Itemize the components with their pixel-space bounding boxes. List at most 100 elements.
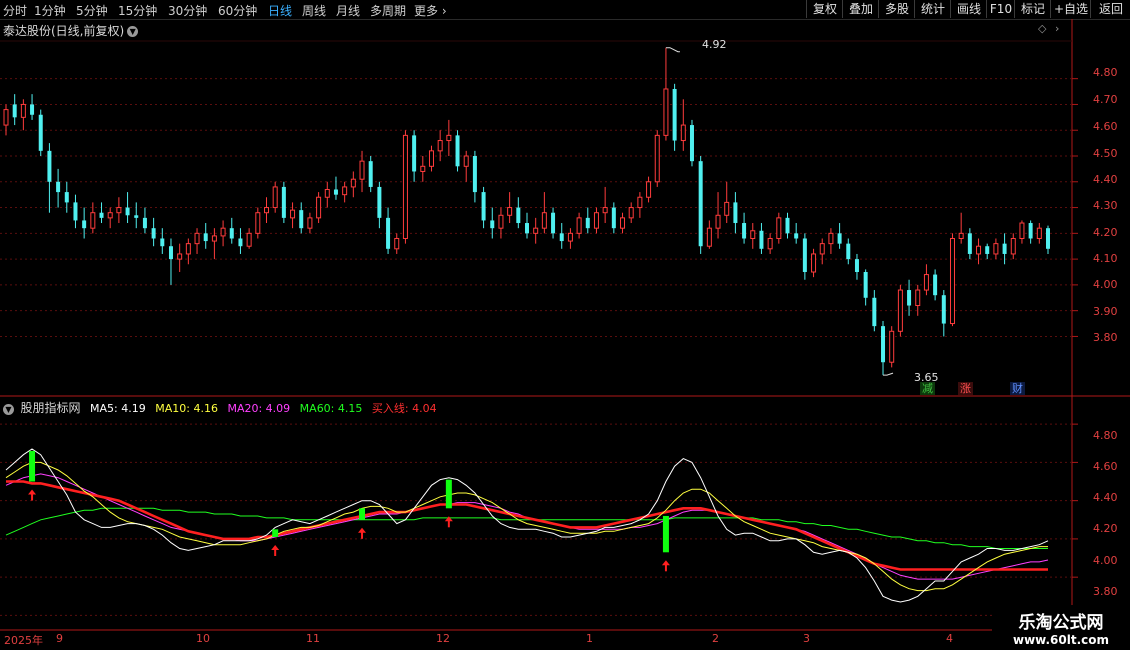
restore-rights-button[interactable]: 复权 xyxy=(806,0,843,18)
candle-body xyxy=(985,246,990,254)
candle-body xyxy=(281,186,286,218)
overlay-button[interactable]: 叠加 xyxy=(842,0,879,18)
candle-body xyxy=(837,233,842,244)
period-tab-intraday[interactable]: 分时 xyxy=(3,2,27,19)
add-watchlist-button[interactable]: +自选 xyxy=(1050,0,1091,18)
period-tab-60min[interactable]: 60分钟 xyxy=(218,2,257,19)
period-tab-30min[interactable]: 30分钟 xyxy=(168,2,207,19)
f10-button[interactable]: F10 xyxy=(986,0,1015,18)
candle-body xyxy=(967,233,972,254)
chevron-right-icon[interactable]: › xyxy=(1055,22,1059,35)
candle-body xyxy=(125,207,130,216)
period-tab-1min[interactable]: 1分钟 xyxy=(34,2,66,19)
candle-body xyxy=(863,272,868,298)
chevron-down-icon[interactable]: ▼ xyxy=(3,403,14,415)
candle-body xyxy=(20,103,26,118)
candle-body xyxy=(229,228,234,239)
period-tab-monthly[interactable]: 月线 xyxy=(336,2,360,19)
price-tick: 4.00 xyxy=(1093,278,1118,291)
candle-body xyxy=(194,232,200,245)
period-tab-15min[interactable]: 15分钟 xyxy=(118,2,157,19)
candle-body xyxy=(923,274,929,291)
ma10-value: MA10: 4.16 xyxy=(155,402,218,415)
period-tab-multi[interactable]: 多周期 xyxy=(370,2,406,19)
time-tick: 3 xyxy=(803,632,810,645)
candle-body xyxy=(238,238,243,247)
candle-body xyxy=(715,214,721,229)
indicator-tick: 4.80 xyxy=(1093,429,1118,442)
candle-body xyxy=(620,217,626,229)
indicator-tick: 4.40 xyxy=(1093,491,1118,504)
candle-body xyxy=(3,109,9,126)
period-tab-more[interactable]: 更多 › xyxy=(414,2,447,19)
period-tab-5min[interactable]: 5分钟 xyxy=(76,2,108,19)
multi-stock-button[interactable]: 多股 xyxy=(878,0,915,18)
price-tick: 3.80 xyxy=(1093,331,1118,344)
candle-body xyxy=(12,104,17,118)
candle-body xyxy=(654,134,660,183)
high-price-label: 4.92 xyxy=(702,38,727,51)
back-button[interactable]: 返回 xyxy=(1090,0,1130,18)
buy-signal-bar xyxy=(445,479,452,509)
candle-body xyxy=(949,237,955,325)
buy-signal-arrowhead xyxy=(28,489,37,495)
reduce-holding-badge[interactable]: 减 xyxy=(920,382,935,395)
candle-body xyxy=(412,135,417,172)
ma60-line xyxy=(5,507,1048,549)
candle-body xyxy=(507,207,513,216)
candle-body xyxy=(1036,227,1042,239)
price-tick: 4.20 xyxy=(1093,226,1118,239)
candle-body xyxy=(168,246,173,260)
candle-body xyxy=(47,150,52,182)
candle-body xyxy=(593,212,599,229)
candle-body xyxy=(246,232,252,247)
candle-body xyxy=(576,217,582,234)
time-tick: 2 xyxy=(712,632,719,645)
statistics-button[interactable]: 统计 xyxy=(914,0,951,18)
candle-body xyxy=(663,88,669,136)
period-tab-weekly[interactable]: 周线 xyxy=(302,2,326,19)
candle-body xyxy=(151,228,156,239)
candle-body xyxy=(498,214,504,229)
candle-body xyxy=(794,233,799,239)
candle-body xyxy=(567,232,573,242)
candle-body xyxy=(828,232,834,245)
watermark-url: www.60lt.com xyxy=(1012,633,1110,647)
ma10-line xyxy=(5,461,1048,592)
candle-body xyxy=(455,135,460,167)
candle-body xyxy=(324,189,330,198)
ma60-value: MA60: 4.15 xyxy=(299,402,363,415)
candle-body xyxy=(481,192,486,221)
indicator-name[interactable]: 股朋指标网 xyxy=(21,401,81,415)
mark-button[interactable]: 标记 xyxy=(1014,0,1051,18)
ma5-line xyxy=(5,448,1049,603)
candle-body xyxy=(255,212,261,234)
candle-body xyxy=(706,227,712,247)
candle-body xyxy=(90,212,96,229)
buy-line xyxy=(6,480,1048,571)
candle-body xyxy=(759,230,764,249)
candle-body xyxy=(551,212,556,234)
chevron-down-icon[interactable]: ▼ xyxy=(127,26,139,37)
candle-body xyxy=(437,140,443,152)
indicator-tick: 4.00 xyxy=(1093,554,1118,567)
candle-body xyxy=(802,238,807,272)
candle-body xyxy=(490,220,495,229)
kline-chart[interactable] xyxy=(0,0,1130,650)
ma5-value: MA5: 4.19 xyxy=(90,402,146,415)
period-tab-daily[interactable]: 日线 xyxy=(268,2,292,19)
price-up-badge[interactable]: 涨 xyxy=(958,382,973,395)
draw-line-button[interactable]: 画线 xyxy=(950,0,987,18)
candle-body xyxy=(64,192,69,203)
candle-body xyxy=(177,253,183,260)
candle-body xyxy=(854,259,859,272)
candle-body xyxy=(872,297,877,327)
candle-body xyxy=(646,181,652,198)
buy-signal-bar xyxy=(29,450,36,482)
candle-body xyxy=(402,134,408,239)
candle-body xyxy=(750,230,756,239)
candle-body xyxy=(724,201,730,216)
candle-body xyxy=(316,196,322,219)
financial-report-badge[interactable]: 财 xyxy=(1010,382,1025,395)
diamond-icon[interactable]: ◇ xyxy=(1038,22,1046,35)
